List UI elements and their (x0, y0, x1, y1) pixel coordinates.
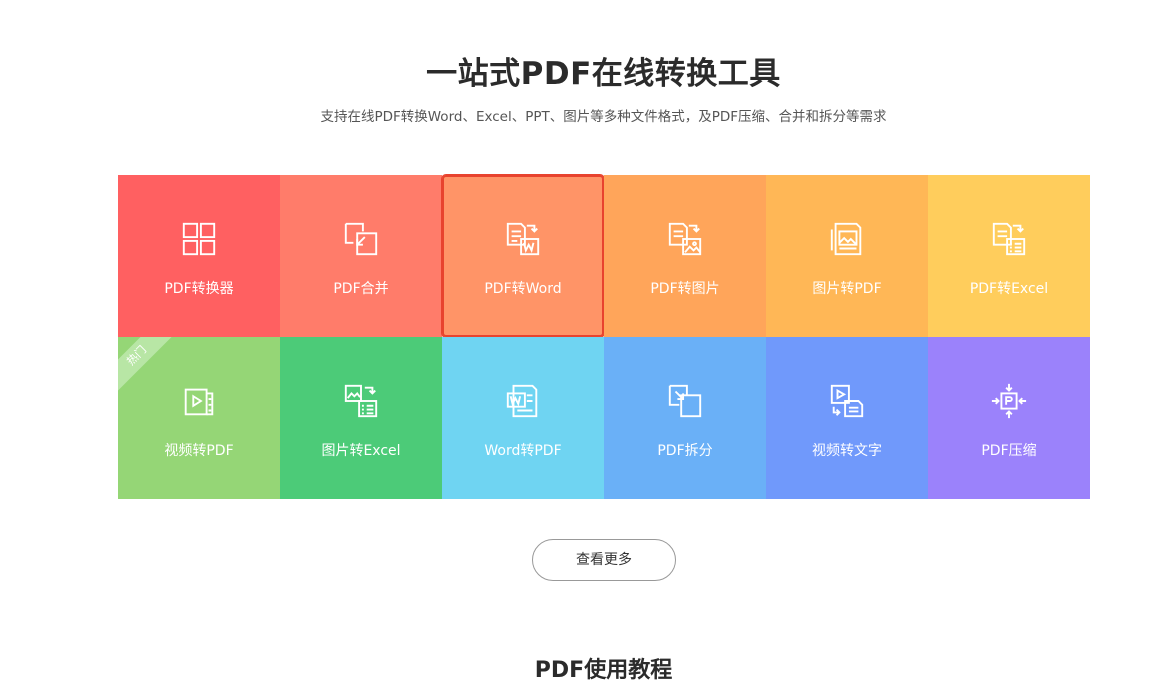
split-icon (604, 381, 766, 421)
tile-label: 视频转文字 (812, 443, 882, 459)
tile-pdf-compress[interactable]: PDF压缩 (928, 337, 1090, 499)
image-to-excel-icon (280, 381, 442, 421)
tile-pdf-to-excel[interactable]: PDF转Excel (928, 175, 1090, 337)
merge-icon (280, 219, 442, 259)
compress-icon (928, 381, 1090, 421)
tile-label: Word转PDF (484, 443, 562, 459)
tile-word-to-pdf[interactable]: Word转PDF (442, 337, 604, 499)
pdf-to-image-icon (604, 219, 766, 259)
tile-label: PDF合并 (333, 281, 389, 297)
tile-label: 图片转PDF (812, 281, 882, 297)
video-to-pdf-icon (118, 381, 280, 421)
grid-four-icon (118, 219, 280, 259)
tool-grid: PDF转换器 PDF合并 PDF转Word PDF转图片 图片转PDF PDF转… (118, 175, 1090, 499)
video-to-text-icon (766, 381, 928, 421)
tile-label: PDF转Word (484, 281, 562, 297)
hero-title: 一站式PDF在线转换工具 (426, 56, 781, 92)
tile-pdf-to-image[interactable]: PDF转图片 (604, 175, 766, 337)
tile-pdf-split[interactable]: PDF拆分 (604, 337, 766, 499)
tile-label: PDF拆分 (657, 443, 713, 459)
tile-label: 视频转PDF (164, 443, 234, 459)
tile-video-to-text[interactable]: 视频转文字 (766, 337, 928, 499)
tutorial-section-title: PDF使用教程 (534, 658, 673, 683)
tile-label: PDF转Excel (969, 281, 1049, 297)
tile-video-to-pdf[interactable]: 热门 视频转PDF (118, 337, 280, 499)
tile-image-to-excel[interactable]: 图片转Excel (280, 337, 442, 499)
view-more-button[interactable]: 查看更多 (532, 539, 676, 581)
pdf-to-excel-icon (928, 219, 1090, 259)
tile-image-to-pdf[interactable]: 图片转PDF (766, 175, 928, 337)
tile-pdf-converter[interactable]: PDF转换器 (118, 175, 280, 337)
hero-subtitle: 支持在线PDF转换Word、Excel、PPT、图片等多种文件格式，及PDF压缩… (320, 109, 887, 125)
tile-label: PDF压缩 (981, 443, 1037, 459)
tile-label: PDF转换器 (164, 281, 234, 297)
tile-label: PDF转图片 (650, 281, 720, 297)
word-to-pdf-icon (442, 381, 604, 421)
pdf-to-word-icon (442, 219, 604, 259)
tile-pdf-merge[interactable]: PDF合并 (280, 175, 442, 337)
tile-pdf-to-word[interactable]: PDF转Word (442, 175, 604, 337)
tile-label: 图片转Excel (321, 443, 401, 459)
image-to-pdf-icon (766, 219, 928, 259)
